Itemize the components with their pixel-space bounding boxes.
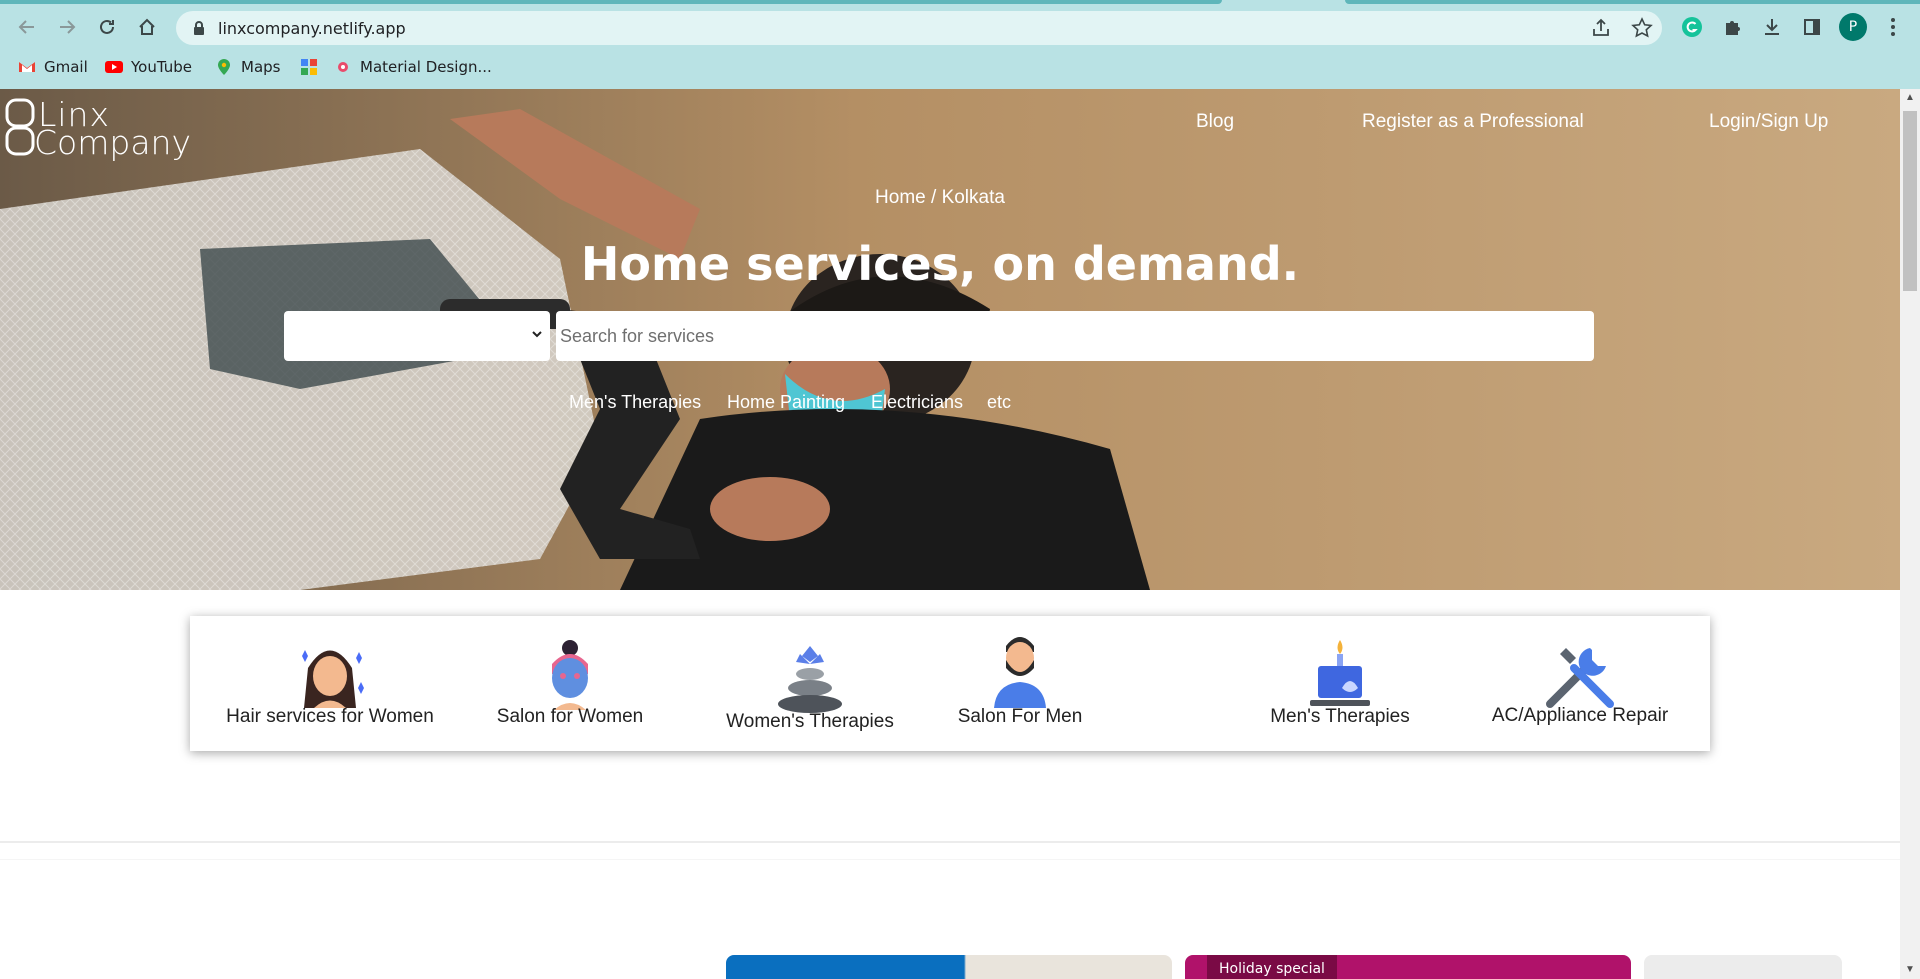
bookmark-gmail[interactable]: Gmail — [18, 56, 88, 78]
promo-badge: Holiday special — [1207, 955, 1337, 979]
bookmark-apps[interactable] — [300, 56, 318, 78]
browser-toolbar: linxcompany.netlify.app P — [0, 8, 1920, 46]
promo-card-1[interactable] — [726, 955, 1172, 979]
grammarly-icon[interactable] — [1679, 14, 1705, 40]
share-icon[interactable] — [1590, 17, 1612, 39]
extensions-puzzle-icon[interactable] — [1719, 14, 1745, 40]
category-hair-services-women[interactable]: Hair services for Women — [210, 616, 450, 751]
bookmark-label: Gmail — [44, 58, 88, 76]
bookmarks-bar: Gmail YouTube Maps Material Design... — [0, 52, 1920, 82]
page-viewport: Linx Company Blog Register as a Professi… — [0, 89, 1900, 979]
active-tab-edge[interactable] — [0, 0, 1222, 4]
category-label: Women's Therapies — [726, 711, 894, 732]
breadcrumb[interactable]: Home / Kolkata — [0, 187, 1880, 209]
page-scrollbar[interactable]: ▲ ▼ — [1900, 89, 1920, 979]
category-label: Men's Therapies — [1270, 706, 1410, 727]
bookmark-label: Maps — [241, 58, 281, 76]
tab-strip — [0, 0, 1920, 5]
nav-register-link[interactable]: Register as a Professional — [1362, 111, 1584, 133]
bookmark-label: Material Design... — [360, 58, 492, 76]
bookmark-label: YouTube — [131, 58, 192, 76]
logo-text-line2: Company — [34, 123, 191, 162]
category-label: AC/Appliance Repair — [1491, 705, 1669, 726]
section-divider — [0, 841, 1900, 843]
bookmark-material-design[interactable]: Material Design... — [334, 56, 492, 78]
quick-link-electricians[interactable]: Electricians — [871, 392, 963, 413]
scroll-up-icon[interactable]: ▲ — [1905, 93, 1915, 103]
city-select[interactable] — [284, 311, 550, 361]
lock-icon[interactable] — [190, 19, 208, 37]
spa-stones-icon — [778, 646, 842, 713]
site-logo[interactable]: Linx Company — [4, 93, 194, 162]
side-panel-icon[interactable] — [1799, 14, 1825, 40]
url-text[interactable]: linxcompany.netlify.app — [218, 19, 406, 38]
download-icon[interactable] — [1759, 14, 1785, 40]
promo-card-2[interactable]: Holiday special — [1185, 955, 1631, 979]
nav-blog-link[interactable]: Blog — [1196, 111, 1234, 133]
menu-dots-icon[interactable] — [1880, 14, 1906, 40]
category-label: Hair services for Women — [226, 706, 434, 727]
category-womens-therapies[interactable]: Women's Therapies — [690, 616, 930, 751]
gmail-icon — [19, 62, 35, 72]
browser-chrome: linxcompany.netlify.app P Gmail YouTube — [0, 0, 1920, 89]
forward-icon[interactable] — [52, 12, 82, 42]
quick-link-mens-therapies[interactable]: Men's Therapies — [569, 392, 701, 413]
promo-card-3[interactable] — [1644, 955, 1842, 979]
hero-section: Linx Company Blog Register as a Professi… — [0, 89, 1900, 590]
category-card: Hair services for Women Salon for Women … — [190, 616, 1710, 751]
nav-login-link[interactable]: Login/Sign Up — [1709, 111, 1828, 133]
category-mens-therapies[interactable]: Men's Therapies — [1220, 616, 1460, 751]
bookmark-maps[interactable]: Maps — [215, 56, 280, 78]
bearded-man-icon — [994, 637, 1046, 708]
category-salon-women[interactable]: Salon for Women — [450, 616, 690, 751]
candle-spa-icon — [1310, 640, 1370, 706]
maps-icon — [218, 59, 230, 75]
category-ac-appliance-repair[interactable]: AC/Appliance Repair — [1460, 616, 1700, 751]
tools-icon — [1546, 648, 1614, 708]
home-icon[interactable] — [132, 12, 162, 42]
category-label: Salon for Women — [496, 706, 644, 727]
back-icon[interactable] — [12, 12, 42, 42]
category-label: Salon For Men — [957, 706, 1083, 727]
profile-avatar[interactable]: P — [1839, 13, 1867, 41]
quick-link-etc[interactable]: etc — [987, 392, 1011, 413]
bookmark-star-icon[interactable] — [1631, 17, 1653, 39]
material-design-icon — [338, 62, 348, 72]
bookmark-youtube[interactable]: YouTube — [105, 56, 192, 78]
apps-grid-icon — [301, 59, 317, 75]
hero-headline: Home services, on demand. — [580, 237, 1300, 291]
chevron-down-icon — [532, 331, 542, 338]
reload-icon[interactable] — [92, 12, 122, 42]
face-mask-icon — [552, 640, 588, 710]
inactive-tab-edge[interactable] — [1345, 0, 1920, 4]
youtube-icon — [105, 61, 123, 73]
scrollbar-thumb[interactable] — [1903, 111, 1917, 291]
quick-link-home-painting[interactable]: Home Painting — [727, 392, 845, 413]
section-divider — [0, 859, 1900, 860]
search-input[interactable] — [556, 311, 1594, 361]
category-salon-men[interactable]: Salon For Men — [930, 616, 1110, 751]
scroll-down-icon[interactable]: ▼ — [1905, 965, 1915, 975]
address-bar[interactable]: linxcompany.netlify.app — [176, 11, 1662, 45]
